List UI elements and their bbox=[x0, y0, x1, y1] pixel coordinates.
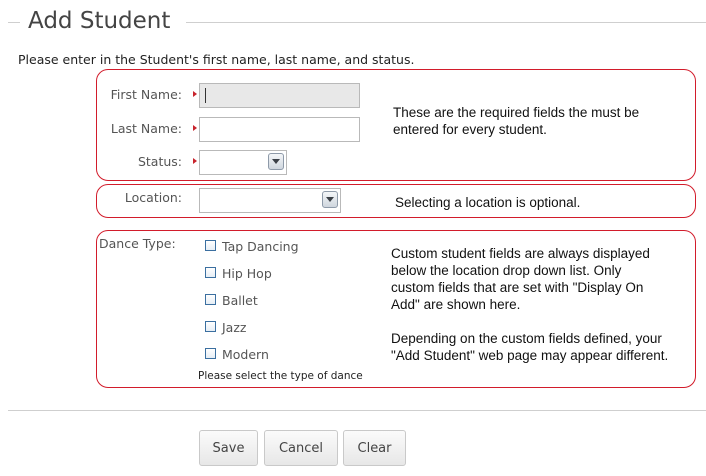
checkbox-label: Modern bbox=[222, 347, 269, 362]
custom-fields-note-line2: below the location drop down list. Only bbox=[391, 263, 622, 278]
required-fields-note-line1: These are the required fields the must b… bbox=[393, 105, 640, 120]
checkbox-label: Hip Hop bbox=[222, 266, 272, 281]
first-name-label: First Name: bbox=[110, 87, 182, 102]
required-marker-icon bbox=[193, 125, 197, 131]
cancel-button[interactable]: Cancel bbox=[264, 430, 338, 466]
custom-fields-note-line6: "Add Student" web page may appear differ… bbox=[391, 348, 669, 363]
last-name-label: Last Name: bbox=[110, 121, 182, 136]
required-fields-note-line2: entered for every student. bbox=[393, 122, 547, 137]
chevron-down-icon bbox=[326, 197, 334, 202]
checkbox-label: Ballet bbox=[222, 293, 258, 308]
location-select[interactable] bbox=[199, 188, 341, 213]
page-title: Add Student bbox=[28, 8, 171, 34]
checkbox[interactable] bbox=[205, 348, 216, 359]
checkbox[interactable] bbox=[205, 267, 216, 278]
save-button[interactable]: Save bbox=[199, 430, 258, 466]
custom-fields-note-line5: Depending on the custom fields defined, … bbox=[391, 331, 662, 346]
clear-button[interactable]: Clear bbox=[343, 430, 406, 466]
status-label: Status: bbox=[137, 154, 182, 169]
location-label: Location: bbox=[124, 190, 182, 205]
checkbox[interactable] bbox=[205, 240, 216, 251]
dance-type-hint: Please select the type of dance bbox=[198, 370, 363, 382]
custom-fields-note-line4: Add" are shown here. bbox=[391, 297, 521, 312]
chevron-down-icon bbox=[272, 159, 280, 164]
location-dropdown-button[interactable] bbox=[322, 191, 338, 208]
custom-fields-note-line3: custom fields that are set with "Display… bbox=[391, 280, 644, 295]
checkbox-label: Tap Dancing bbox=[222, 239, 299, 254]
header-rule-right bbox=[186, 22, 706, 23]
text-cursor bbox=[205, 88, 206, 103]
checkbox[interactable] bbox=[205, 294, 216, 305]
location-note: Selecting a location is optional. bbox=[395, 195, 581, 210]
instructions-text: Please enter in the Student's first name… bbox=[18, 52, 415, 67]
status-dropdown-button[interactable] bbox=[268, 153, 284, 170]
status-select[interactable] bbox=[199, 150, 287, 175]
first-name-input[interactable] bbox=[199, 83, 360, 108]
checkbox[interactable] bbox=[205, 321, 216, 332]
dance-type-label: Dance Type: bbox=[99, 236, 176, 251]
last-name-input[interactable] bbox=[199, 117, 360, 142]
header-rule-left bbox=[8, 22, 20, 23]
required-marker-icon bbox=[193, 91, 197, 97]
form-divider bbox=[8, 410, 706, 411]
required-marker-icon bbox=[193, 158, 197, 164]
checkbox-label: Jazz bbox=[222, 320, 247, 335]
custom-fields-note-line1: Custom student fields are always display… bbox=[391, 246, 650, 261]
